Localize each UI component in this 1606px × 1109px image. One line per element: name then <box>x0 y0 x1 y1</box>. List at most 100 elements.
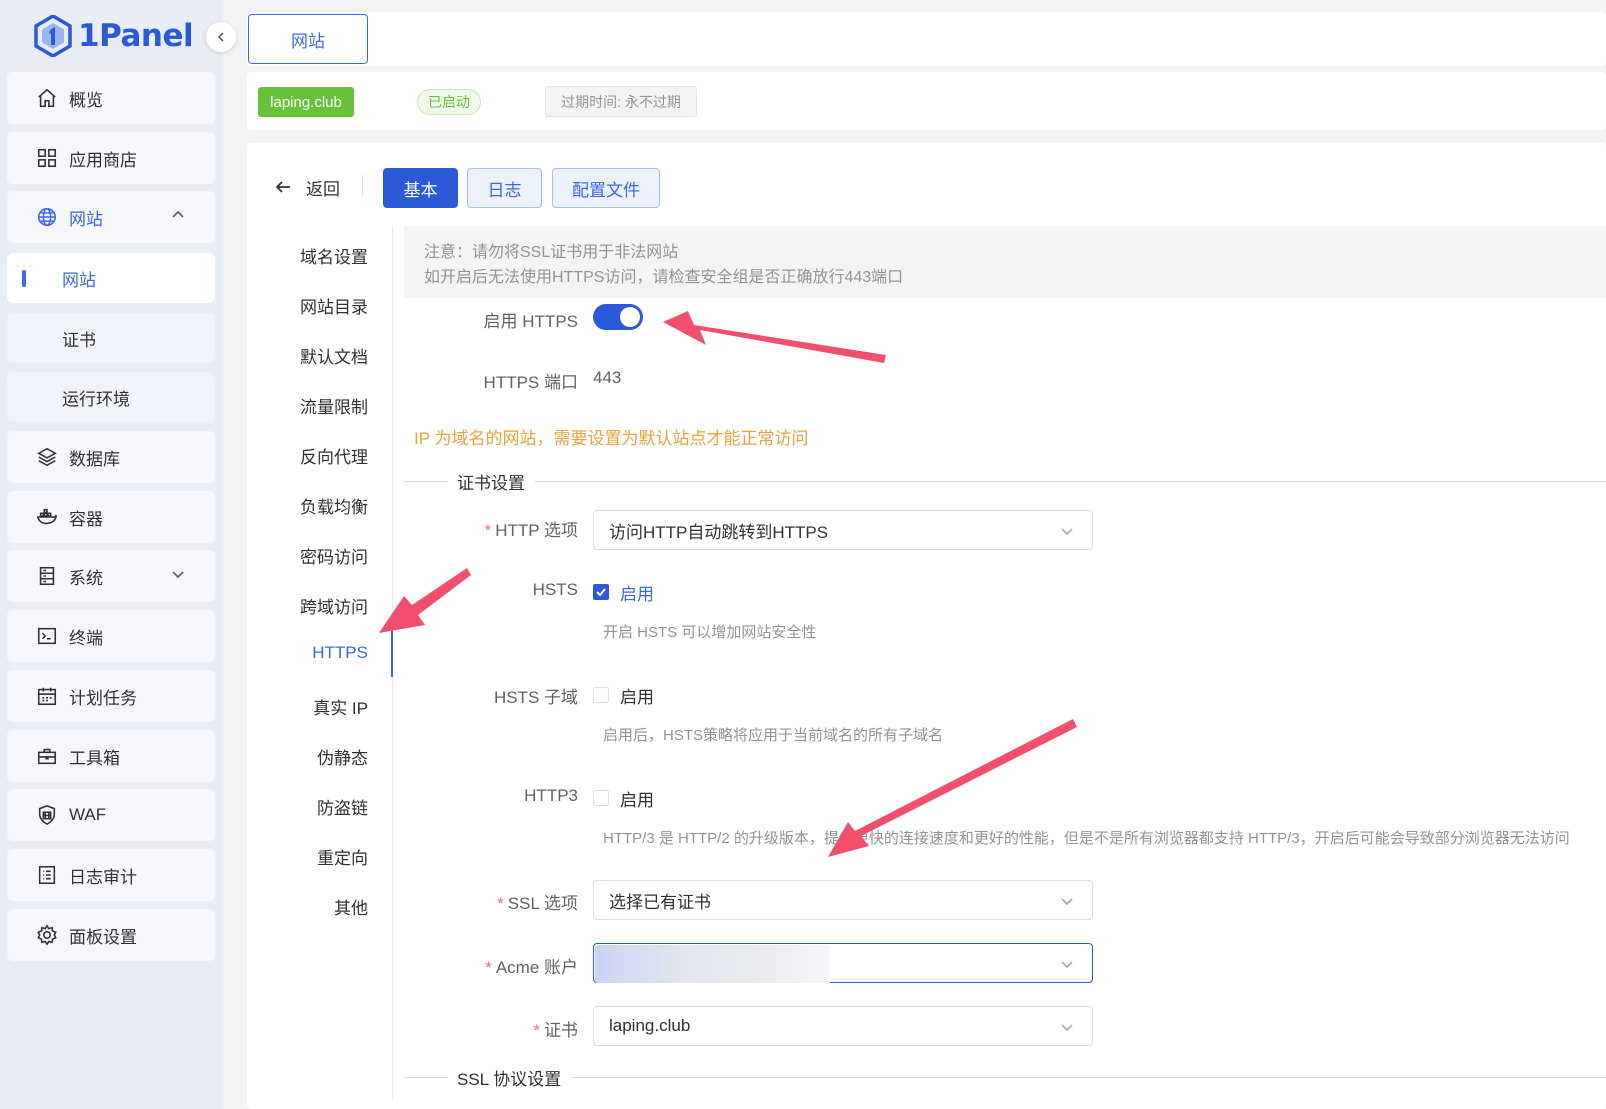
hsts-help-text: 开启 HSTS 可以增加网站安全性 <box>603 624 817 641</box>
ssl-option-value: 选择已有证书 <box>609 892 711 912</box>
side-nav-active-indicator <box>391 625 393 677</box>
log-list-icon <box>35 863 59 887</box>
home-icon <box>35 86 59 110</box>
active-indicator <box>22 270 26 287</box>
calendar-icon <box>35 684 59 708</box>
apps-grid-icon <box>35 146 59 170</box>
hsts-subdomain-label: HSTS 子域 <box>493 688 578 707</box>
side-nav-item[interactable]: 域名设置 <box>300 243 368 268</box>
side-nav-item[interactable]: 防盗链 <box>317 794 368 819</box>
sidebar-item-database[interactable]: 数据库 <box>7 431 215 483</box>
sidebar-item-system[interactable]: 系统 <box>7 550 215 602</box>
hsts-subdomain-checkbox[interactable] <box>593 687 609 703</box>
ssl-option-label: * SSL 选项 <box>497 894 578 913</box>
sidebar-subitem-certificate[interactable]: 证书 <box>7 313 215 363</box>
sidebar-item-website[interactable]: 网站 <box>7 191 215 243</box>
side-nav-item[interactable]: HTTPS <box>312 643 368 663</box>
sidebar-item-label: 容器 <box>69 509 103 529</box>
side-nav-item[interactable]: 负载均衡 <box>300 493 368 518</box>
side-nav-item[interactable]: 跨域访问 <box>300 593 368 618</box>
side-nav-item[interactable]: 伪静态 <box>317 744 368 769</box>
chevron-down-icon <box>1060 893 1076 909</box>
hsts-subdomain-help-text: 启用后，HSTS策略将应用于当前域名的所有子域名 <box>603 727 944 744</box>
docker-icon <box>35 505 59 529</box>
sidebar-item-label: 计划任务 <box>69 688 137 708</box>
sidebar-item-log-audit[interactable]: 日志审计 <box>7 849 215 901</box>
sidebar-item-app-store[interactable]: 应用商店 <box>7 132 215 184</box>
chevron-down-icon <box>1060 956 1076 972</box>
enable-https-switch[interactable] <box>593 304 643 330</box>
terminal-icon <box>35 624 59 648</box>
back-label: 返回 <box>306 179 340 199</box>
sidebar-item-label: 面板设置 <box>69 927 137 947</box>
logo[interactable]: 1Panel <box>34 14 194 58</box>
chevron-left-icon <box>217 32 224 42</box>
enable-https-label: 启用 HTTPS <box>483 312 578 331</box>
sidebar-item-waf[interactable]: WAF <box>7 789 215 841</box>
sidebar-item-panel-settings[interactable]: 面板设置 <box>7 909 215 961</box>
http3-label: HTTP3 <box>524 786 578 805</box>
sidebar-subitem-label: 证书 <box>62 330 96 350</box>
cert-section-title: 证书设置 <box>447 469 535 494</box>
ssl-option-select[interactable]: 选择已有证书 <box>593 880 1093 920</box>
side-nav-item[interactable]: 密码访问 <box>300 543 368 568</box>
chevron-down-icon <box>171 566 189 584</box>
sidebar-item-label: 概览 <box>69 90 103 110</box>
ssl-protocol-section-title: SSL 协议设置 <box>447 1065 572 1090</box>
tab-logs[interactable]: 日志 <box>467 168 542 208</box>
hsts-subdomain-check-label[interactable]: 启用 <box>620 683 654 708</box>
arrow-left-icon <box>275 181 290 193</box>
side-nav-item[interactable]: 默认文档 <box>300 343 368 368</box>
sidebar-subitem-runtime[interactable]: 运行环境 <box>7 372 215 422</box>
https-port-label: HTTPS 端口 <box>483 373 578 392</box>
toolbox-icon <box>35 744 59 768</box>
sidebar-item-overview[interactable]: 概览 <box>7 72 215 124</box>
sidebar-item-label: 工具箱 <box>69 748 120 768</box>
server-icon <box>35 564 59 588</box>
hsts-check-label[interactable]: 启用 <box>620 580 654 605</box>
http-option-select[interactable]: 访问HTTP自动跳转到HTTPS <box>593 510 1093 550</box>
chevron-down-icon <box>1060 523 1076 539</box>
cert-section-divider <box>404 481 1606 482</box>
sidebar-item-container[interactable]: 容器 <box>7 491 215 543</box>
side-nav-item[interactable]: 其他 <box>334 894 368 919</box>
http3-check-label[interactable]: 启用 <box>620 786 654 811</box>
sidebar-item-cron[interactable]: 计划任务 <box>7 670 215 722</box>
http3-help-text: HTTP/3 是 HTTP/2 的升级版本，提供更快的连接速度和更好的性能，但是… <box>603 830 1570 847</box>
sidebar-subitem-label: 运行环境 <box>62 389 130 409</box>
tab-config-file[interactable]: 配置文件 <box>552 168 660 208</box>
side-nav-item[interactable]: 流量限制 <box>300 393 368 418</box>
ssl-protocol-divider <box>404 1077 1606 1078</box>
chevron-up-icon <box>171 207 189 225</box>
http3-checkbox[interactable] <box>593 790 609 806</box>
https-port-value: 443 <box>593 368 622 387</box>
hsts-checkbox[interactable] <box>593 584 609 600</box>
logo-text: 1Panel <box>78 18 194 54</box>
1panel-logo-icon <box>34 15 72 57</box>
sidebar-item-label: 系统 <box>69 568 103 588</box>
divider <box>362 175 363 197</box>
tab-basic[interactable]: 基本 <box>383 168 458 208</box>
status-badge: 已启动 <box>417 89 481 115</box>
sidebar-item-label: 日志审计 <box>69 867 137 887</box>
sidebar-item-terminal[interactable]: 终端 <box>7 610 215 662</box>
collapse-sidebar-button[interactable] <box>206 22 236 52</box>
top-tab-bar <box>247 12 1606 66</box>
redacted-account <box>595 945 830 983</box>
side-nav-item[interactable]: 反向代理 <box>300 443 368 468</box>
layers-icon <box>35 445 59 469</box>
sidebar-subitem-website[interactable]: 网站 <box>7 253 215 303</box>
sidebar-item-toolbox[interactable]: 工具箱 <box>7 730 215 782</box>
acme-account-select[interactable] <box>593 943 1093 983</box>
ip-domain-warning: IP 为域名的网站，需要设置为默认站点才能正常访问 <box>414 429 809 448</box>
side-nav-item[interactable]: 网站目录 <box>300 293 368 318</box>
certificate-label: * 证书 <box>533 1021 578 1040</box>
back-button[interactable]: 返回 <box>274 172 340 202</box>
certificate-value: laping.club <box>609 1016 691 1035</box>
certificate-select[interactable]: laping.club <box>593 1006 1093 1046</box>
http-option-label: * HTTP 选项 <box>484 521 578 540</box>
side-nav-item[interactable]: 真实 IP <box>313 694 368 719</box>
tab-website[interactable]: 网站 <box>248 14 368 64</box>
hsts-label: HSTS <box>532 580 578 599</box>
side-nav-item[interactable]: 重定向 <box>317 844 368 869</box>
